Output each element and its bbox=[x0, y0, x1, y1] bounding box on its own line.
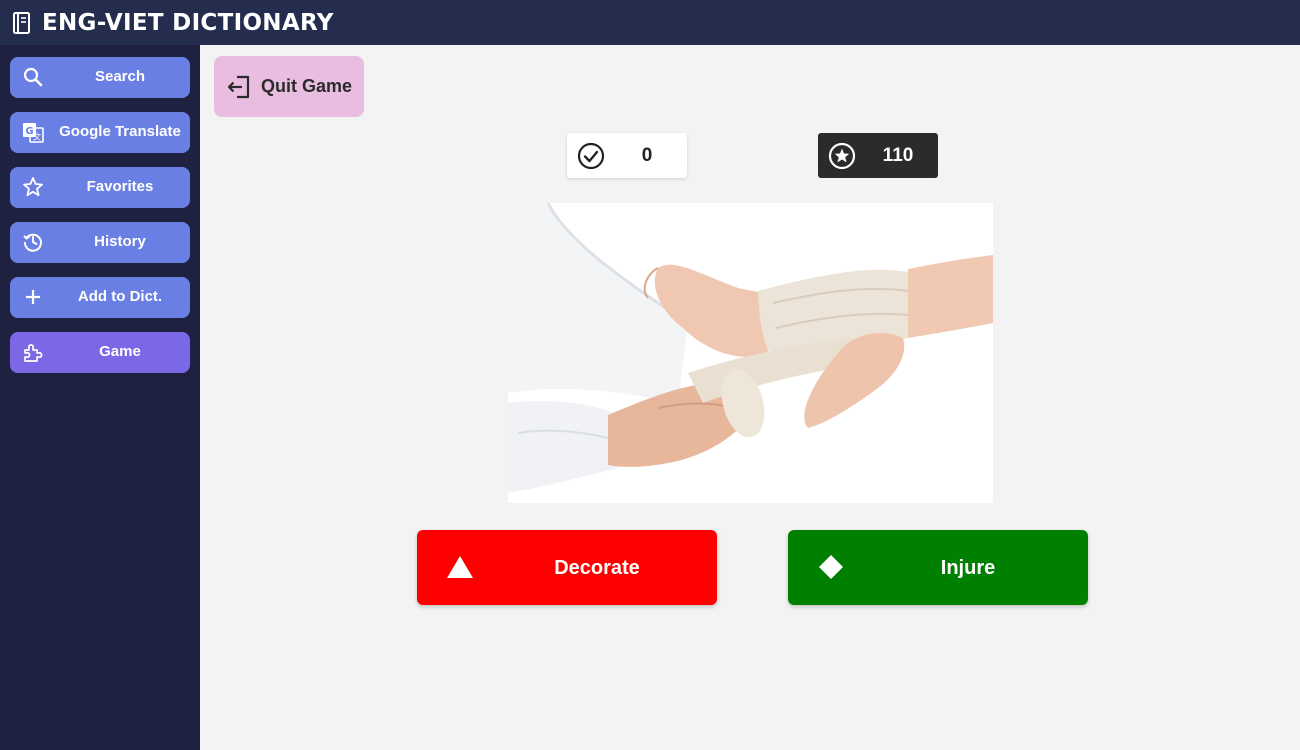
correct-count-box: 0 bbox=[567, 133, 687, 178]
sidebar-item-history[interactable]: History bbox=[10, 222, 190, 263]
book-icon bbox=[13, 11, 30, 34]
search-icon bbox=[23, 67, 43, 87]
answer-button-injure[interactable]: Injure bbox=[788, 530, 1088, 605]
puzzle-icon bbox=[24, 344, 43, 362]
sidebar: Search G 文 Google Translate Favorites Hi… bbox=[0, 45, 200, 750]
sidebar-item-game[interactable]: Game bbox=[10, 332, 190, 373]
sidebar-item-label: Add to Dict. bbox=[77, 288, 163, 305]
sidebar-item-label: Favorites bbox=[86, 178, 154, 195]
app-header: ENG-VIET DICTIONARY bbox=[0, 0, 1300, 45]
answer-label: Injure bbox=[940, 557, 996, 579]
sidebar-item-label: Search bbox=[94, 68, 146, 85]
exit-icon bbox=[227, 75, 250, 99]
star-circle-icon bbox=[828, 142, 856, 170]
answer-label: Decorate bbox=[554, 557, 640, 579]
question-image bbox=[508, 203, 993, 503]
history-icon bbox=[23, 233, 42, 252]
quit-game-button[interactable]: Quit Game bbox=[214, 56, 364, 117]
correct-count: 0 bbox=[641, 145, 653, 166]
svg-text:文: 文 bbox=[33, 132, 41, 142]
check-circle-icon bbox=[577, 142, 605, 170]
diamond-icon bbox=[819, 555, 843, 579]
sidebar-item-search[interactable]: Search bbox=[10, 57, 190, 98]
points-box: 110 bbox=[818, 133, 938, 178]
sidebar-item-label: Google Translate bbox=[59, 123, 181, 140]
sidebar-item-google-translate[interactable]: G 文 Google Translate bbox=[10, 112, 190, 153]
triangle-icon bbox=[447, 556, 473, 578]
sidebar-item-favorites[interactable]: Favorites bbox=[10, 167, 190, 208]
answer-button-decorate[interactable]: Decorate bbox=[417, 530, 717, 605]
points-value: 110 bbox=[882, 145, 914, 166]
sidebar-item-label: History bbox=[94, 233, 146, 250]
app-title: ENG-VIET DICTIONARY bbox=[42, 9, 334, 36]
quit-game-label: Quit Game bbox=[261, 76, 353, 96]
sidebar-item-add-to-dict[interactable]: Add to Dict. bbox=[10, 277, 190, 318]
translate-icon: G 文 bbox=[23, 123, 44, 143]
star-outline-icon bbox=[23, 177, 43, 197]
sidebar-item-label: Game bbox=[99, 343, 141, 360]
plus-icon bbox=[26, 290, 40, 304]
